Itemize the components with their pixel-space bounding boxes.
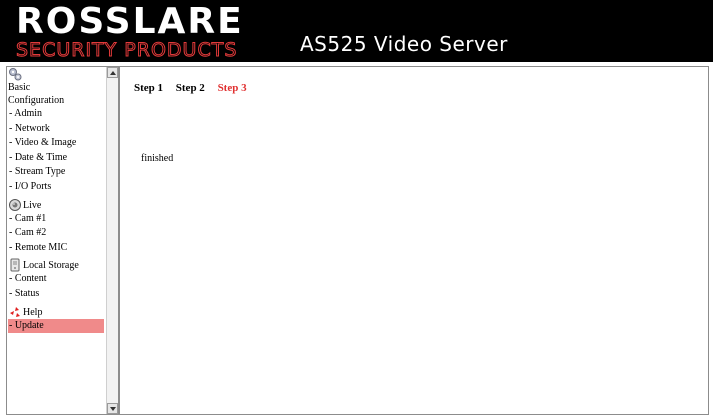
sidebar-item-remote-mic[interactable]: - Remote MIC: [8, 241, 104, 256]
sidebar-item-date-time[interactable]: - Date & Time: [8, 151, 104, 166]
sidebar-item-content[interactable]: - Content: [8, 272, 104, 287]
sidebar-menu: Basic Configuration - Admin - Network - …: [8, 67, 104, 334]
header-banner: ROSSLARE SECURITY PRODUCTS AS525 Video S…: [0, 0, 713, 62]
sidebar-item-admin[interactable]: - Admin: [8, 107, 104, 122]
camera-icon: [8, 198, 22, 212]
arrow-down-icon: [110, 407, 116, 411]
step-2-link[interactable]: Step 2: [176, 82, 205, 94]
sidebar-item-network[interactable]: - Network: [8, 122, 104, 137]
main-content-frame: Step 1 Step 2 Step 3 finished: [119, 66, 709, 415]
wizard-steps: Step 1 Step 2 Step 3: [134, 82, 257, 94]
sidebar-item-cam-1[interactable]: - Cam #1: [8, 212, 104, 227]
sidebar-item-stream-type[interactable]: - Stream Type: [8, 165, 104, 180]
sidebar-item-video-image[interactable]: - Video & Image: [8, 136, 104, 151]
arrow-up-icon: [110, 71, 116, 75]
step-3-link[interactable]: Step 3: [218, 82, 247, 94]
sidebar-item-io-ports[interactable]: - I/O Ports: [8, 180, 104, 195]
step-1-link[interactable]: Step 1: [134, 82, 163, 94]
scroll-down-button[interactable]: [107, 403, 118, 414]
scroll-up-button[interactable]: [107, 67, 118, 78]
section-basic-configuration: [8, 67, 104, 81]
section-title-basic-configuration: Basic Configuration: [8, 82, 65, 106]
sidebar-scrollbar[interactable]: [106, 67, 118, 414]
section-title-help: Help: [23, 306, 43, 318]
section-local-storage: Local Storage: [8, 258, 104, 272]
section-live: Live: [8, 198, 104, 212]
status-message: finished: [141, 153, 174, 164]
sidebar-item-cam-2[interactable]: - Cam #2: [8, 226, 104, 241]
sidebar-item-update[interactable]: - Update: [8, 318, 104, 334]
product-title: AS525 Video Server: [300, 32, 508, 56]
section-title-live: Live: [23, 199, 42, 211]
storage-icon: [8, 258, 22, 272]
sidebar-item-status[interactable]: - Status: [8, 287, 104, 302]
brand-tagline: SECURITY PRODUCTS: [15, 39, 238, 61]
section-help: Help: [8, 305, 104, 319]
help-icon: [8, 305, 22, 319]
section-title-local-storage: Local Storage: [23, 260, 79, 272]
brand-logo: ROSSLARE: [16, 1, 244, 42]
gears-icon: [8, 67, 22, 81]
sidebar-frame: Basic Configuration - Admin - Network - …: [6, 66, 119, 415]
